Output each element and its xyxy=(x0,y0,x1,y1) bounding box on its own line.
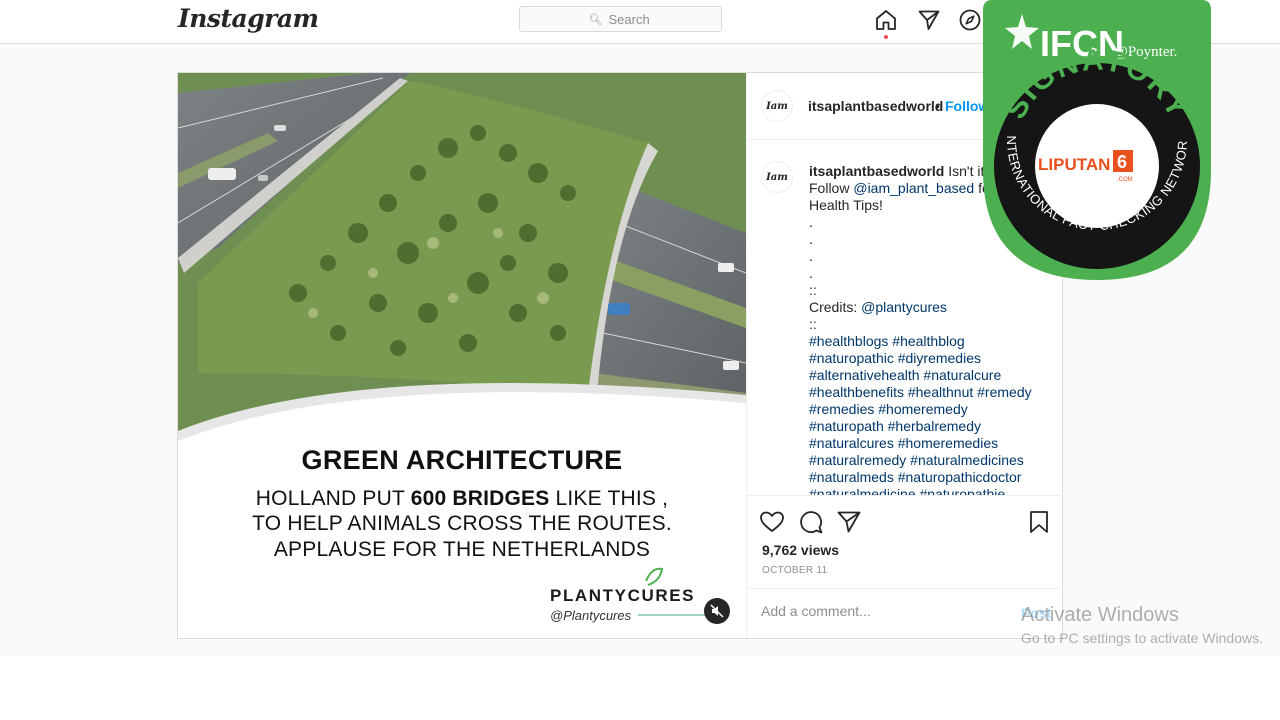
speaker-muted-icon xyxy=(710,604,724,618)
views-count[interactable]: 9,762 views xyxy=(762,542,839,558)
hashtag-line[interactable]: #naturopath #herbalremedy xyxy=(809,418,1049,435)
credits-mention-link[interactable]: @plantycures xyxy=(861,299,947,315)
home-icon[interactable] xyxy=(874,8,898,32)
media-line-2: TO HELP ANIMALS CROSS THE ROUTES. xyxy=(252,512,672,535)
member-logo-text: LIPUTAN xyxy=(1038,155,1110,174)
hashtag-line[interactable]: #naturopathic #diyremedies xyxy=(809,350,1049,367)
post-card: GREEN ARCHITECTURE HOLLAND PUT 600 BRIDG… xyxy=(177,72,1063,639)
post-date[interactable]: OCTOBER 11 xyxy=(762,565,827,576)
brand-handle: @Plantycures xyxy=(550,608,632,623)
post-media[interactable]: GREEN ARCHITECTURE HOLLAND PUT 600 BRIDG… xyxy=(178,73,746,638)
media-line-3: APPLAUSE FOR THE NETHERLANDS xyxy=(273,538,651,561)
separator-dot: • xyxy=(935,98,940,114)
search-icon: 🔍︎ xyxy=(588,13,603,26)
explore-icon[interactable] xyxy=(958,8,982,32)
hashtag-line[interactable]: #naturalmedicine #naturopathie xyxy=(809,486,1049,495)
media-headline: GREEN ARCHITECTURE xyxy=(301,445,623,475)
hashtag-line[interactable]: #naturalmeds #naturopathicdoctor xyxy=(809,469,1049,486)
hashtag-line[interactable]: #alternativehealth #naturalcure xyxy=(809,367,1049,384)
member-logo-sub: .COM xyxy=(1117,177,1133,183)
activate-windows-subtitle: Go to PC settings to activate Windows. xyxy=(1021,630,1263,646)
bookmark-icon[interactable] xyxy=(1026,509,1052,535)
mute-button[interactable] xyxy=(704,598,730,624)
post-author-username[interactable]: itsaplantbasedworld xyxy=(808,98,943,114)
hashtag-line[interactable]: #naturalremedy #naturalmedicines xyxy=(809,452,1049,469)
mention-link[interactable]: @iam_plant_based xyxy=(853,180,974,196)
comment-input[interactable] xyxy=(761,603,961,619)
direct-icon[interactable] xyxy=(917,8,941,32)
avatar[interactable]: Iam xyxy=(761,90,793,122)
activate-windows-title: Activate Windows xyxy=(1021,604,1179,626)
member-logo-digit: 6 xyxy=(1117,152,1127,172)
hashtag-line[interactable]: #remedies #homeremedy xyxy=(809,401,1049,418)
divider xyxy=(747,495,1063,496)
divider xyxy=(747,588,1063,589)
screen: Instagram 🔍︎ Search GREEN ARCHITECTURE H… xyxy=(0,0,1280,720)
share-icon[interactable] xyxy=(836,509,862,535)
search-box[interactable]: 🔍︎ xyxy=(519,6,722,32)
active-indicator xyxy=(884,35,888,39)
hashtag-line[interactable]: #healthblogs #healthblog xyxy=(809,333,1049,350)
caption-username[interactable]: itsaplantbasedworld xyxy=(809,163,944,179)
brand-name: PLANTYCURES xyxy=(550,586,696,605)
ifcn-signatory-badge: IFCN @Poynter. SIGNATORY INTERNATIONAL F… xyxy=(982,0,1211,280)
hashtag-line[interactable]: #healthbenefits #healthnut #remedy xyxy=(809,384,1049,401)
hashtag-line[interactable]: #naturalcures #homeremedies xyxy=(809,435,1049,452)
heart-icon[interactable] xyxy=(759,509,785,535)
caption-avatar[interactable]: Iam xyxy=(761,161,793,193)
media-line-1: HOLLAND PUT 600 BRIDGES LIKE THIS , xyxy=(255,487,669,510)
search-input[interactable] xyxy=(608,11,653,27)
comment-icon[interactable] xyxy=(798,509,824,535)
instagram-logo[interactable]: Instagram xyxy=(178,4,319,33)
